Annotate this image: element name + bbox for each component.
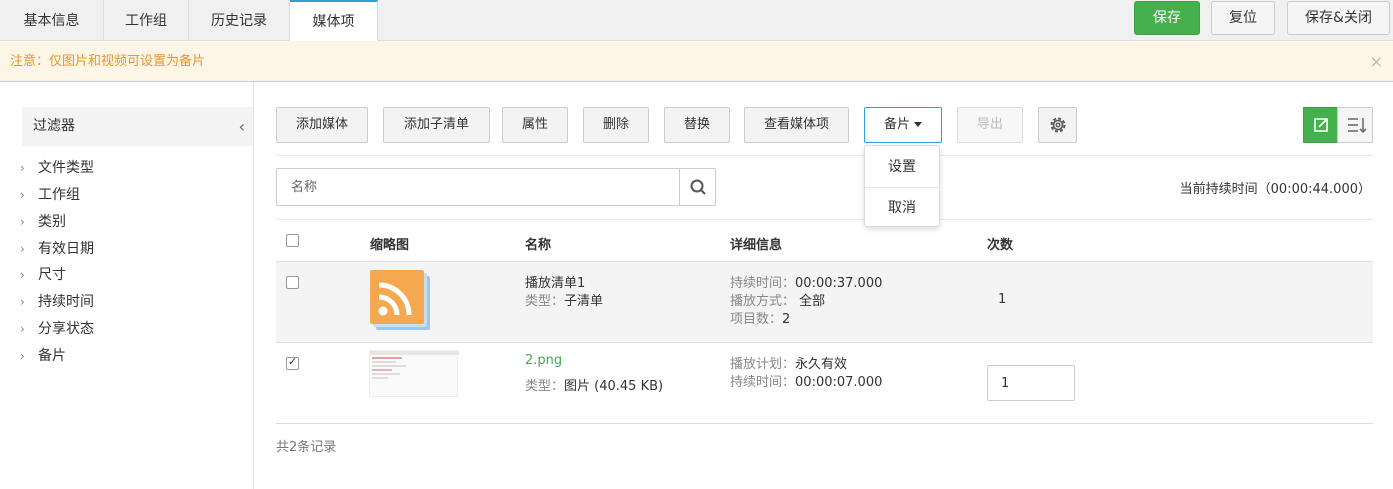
chevron-right-icon: › bbox=[20, 215, 25, 229]
detail-item-count: 项目数：2 bbox=[730, 312, 791, 327]
row-checkbox[interactable] bbox=[286, 355, 299, 370]
notice-text: 注意：仅图片和视频可设置为备片 bbox=[10, 54, 206, 69]
delete-button[interactable]: 删除 bbox=[583, 107, 649, 143]
tab-basic-info[interactable]: 基本信息 bbox=[0, 0, 104, 41]
chevron-right-icon: › bbox=[20, 349, 25, 363]
filter-item-category[interactable]: › 类别 bbox=[20, 212, 66, 232]
export-button[interactable]: 导出 bbox=[957, 107, 1023, 143]
filter-item-file-type[interactable]: › 文件类型 bbox=[20, 158, 94, 178]
count-input[interactable] bbox=[987, 365, 1075, 401]
row-name[interactable]: 播放清单1 bbox=[525, 272, 585, 291]
row-type: 类型：图片 (40.45 KB) bbox=[525, 379, 664, 394]
filter-item-size[interactable]: › 尺寸 bbox=[20, 265, 66, 285]
select-all-checkbox[interactable] bbox=[286, 234, 299, 247]
save-button[interactable]: 保存 bbox=[1134, 1, 1200, 35]
search-input[interactable] bbox=[276, 168, 680, 206]
chevron-left-icon[interactable]: ‹ bbox=[239, 107, 245, 146]
backup-dropdown-button[interactable]: 备片 bbox=[864, 107, 942, 143]
filter-item-valid-date[interactable]: › 有效日期 bbox=[20, 239, 94, 259]
gear-icon bbox=[1050, 117, 1065, 133]
filter-item-share-status[interactable]: › 分享状态 bbox=[20, 319, 94, 339]
view-edit-toggle[interactable] bbox=[1303, 107, 1338, 143]
toolbar-divider bbox=[276, 155, 1373, 156]
chevron-right-icon: › bbox=[20, 188, 25, 202]
list-icon bbox=[1348, 118, 1367, 134]
rss-icon bbox=[370, 270, 430, 330]
row-name[interactable]: 2.png bbox=[525, 353, 562, 368]
backup-dropdown-menu: 设置 取消 bbox=[864, 145, 940, 227]
filter-item-duration[interactable]: › 持续时间 bbox=[20, 292, 94, 312]
chevron-right-icon: › bbox=[20, 161, 25, 175]
tab-media-items[interactable]: 媒体项 bbox=[290, 0, 378, 42]
image-thumbnail bbox=[369, 350, 459, 397]
detail-play-mode: 播放方式： 全部 bbox=[730, 294, 826, 309]
filter-sidebar: 过滤器 ‹ › 文件类型 › 工作组 › 类别 › 有效日期 › 尺寸 › 持续时间 › 分享… bbox=[0, 82, 254, 489]
col-header-detail: 详细信息 bbox=[730, 238, 783, 253]
view-media-button[interactable]: 查看媒体项 bbox=[744, 107, 849, 143]
chevron-right-icon: › bbox=[20, 268, 25, 282]
col-header-count: 次数 bbox=[987, 238, 1014, 253]
filter-item-backup[interactable]: › 备片 bbox=[20, 346, 66, 366]
chevron-right-icon: › bbox=[20, 295, 25, 309]
detail-schedule: 播放计划：永久有效 bbox=[730, 357, 848, 372]
chevron-right-icon: › bbox=[20, 242, 25, 256]
view-list-toggle[interactable] bbox=[1337, 107, 1373, 143]
row-type: 类型：子清单 bbox=[525, 294, 604, 309]
col-header-name: 名称 bbox=[525, 238, 552, 253]
properties-button[interactable]: 属性 bbox=[502, 107, 568, 143]
add-media-button[interactable]: 添加媒体 bbox=[276, 107, 368, 143]
detail-duration: 持续时间：00:00:07.000 bbox=[730, 375, 883, 390]
replace-button[interactable]: 替换 bbox=[664, 107, 730, 143]
filter-title: 过滤器 bbox=[33, 118, 75, 134]
table-top-divider bbox=[276, 219, 1373, 220]
menu-item-cancel-backup[interactable]: 取消 bbox=[865, 188, 939, 228]
total-duration: 当前持续时间（00:00:44.000） bbox=[1179, 182, 1371, 197]
save-close-button[interactable]: 保存&关闭 bbox=[1287, 1, 1390, 35]
image-preview-icon bbox=[370, 351, 459, 379]
row-checkbox[interactable] bbox=[286, 276, 299, 289]
settings-button[interactable] bbox=[1038, 107, 1077, 143]
filter-item-workgroup[interactable]: › 工作组 bbox=[20, 185, 80, 205]
filter-header: 过滤器 ‹ bbox=[22, 107, 253, 146]
detail-duration: 持续时间：00:00:37.000 bbox=[730, 276, 883, 291]
tab-bar: 基本信息 工作组 历史记录 媒体项 保存 复位 保存&关闭 bbox=[0, 0, 1393, 42]
record-count: 共2条记录 bbox=[276, 440, 337, 455]
row-count: 1 bbox=[998, 292, 1007, 307]
tab-history[interactable]: 历史记录 bbox=[189, 0, 290, 41]
search-icon bbox=[690, 179, 706, 195]
tab-workgroup[interactable]: 工作组 bbox=[104, 0, 189, 41]
close-icon[interactable]: × bbox=[1370, 41, 1383, 82]
notice-banner: 注意：仅图片和视频可设置为备片 × bbox=[0, 41, 1393, 82]
chevron-right-icon: › bbox=[20, 322, 25, 336]
add-sublist-button[interactable]: 添加子清单 bbox=[383, 107, 490, 143]
menu-item-set-backup[interactable]: 设置 bbox=[865, 147, 939, 187]
edit-icon bbox=[1314, 118, 1328, 132]
search-button[interactable] bbox=[679, 168, 716, 206]
reset-button[interactable]: 复位 bbox=[1211, 1, 1275, 35]
caret-down-icon bbox=[914, 122, 922, 127]
col-header-thumb: 缩略图 bbox=[370, 238, 410, 253]
